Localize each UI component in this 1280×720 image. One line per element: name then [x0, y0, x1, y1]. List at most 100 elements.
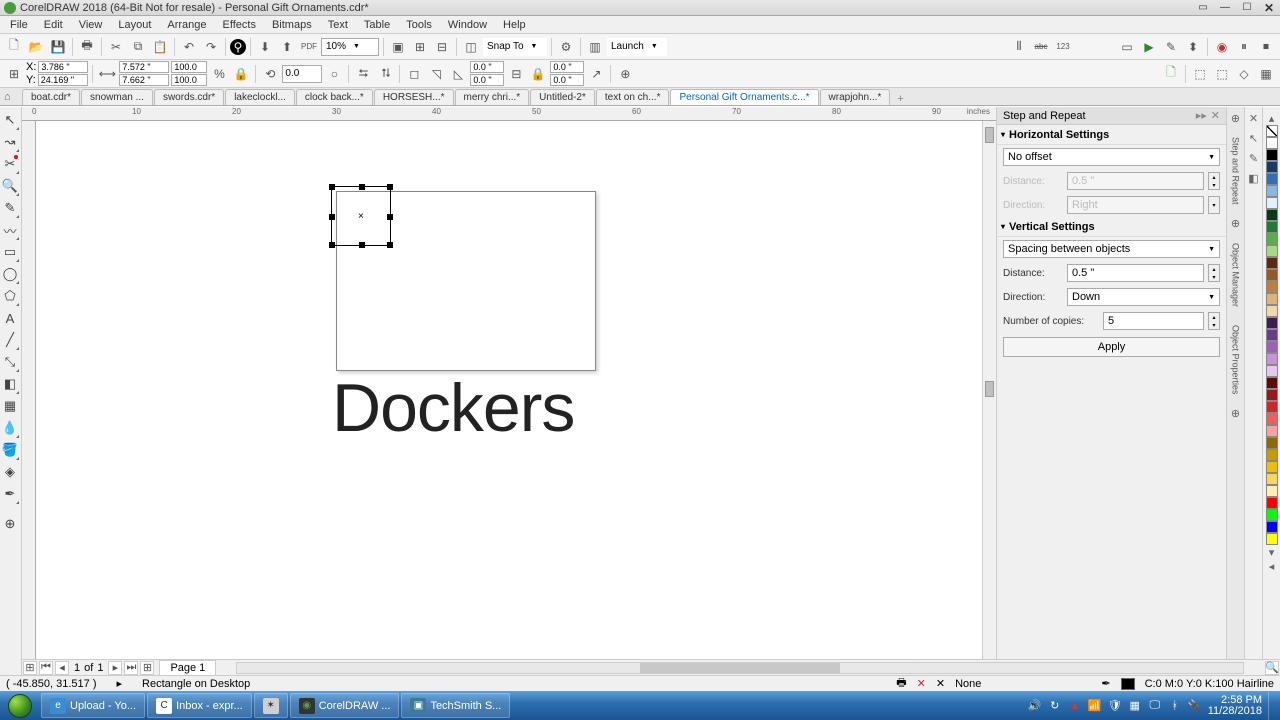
- pointer-tool-icon[interactable]: ↖: [1247, 131, 1261, 145]
- corner-shape-1[interactable]: ◻: [404, 64, 424, 84]
- to-back-button[interactable]: ⬚: [1212, 64, 1232, 84]
- abc-icon[interactable]: abc: [1031, 37, 1051, 57]
- tray-monitor-icon[interactable]: 🖵: [1148, 699, 1162, 713]
- tray-defender-icon[interactable]: 🛡: [1108, 699, 1122, 713]
- color-swatch[interactable]: [1266, 269, 1278, 281]
- to-front-button[interactable]: ⬚: [1190, 64, 1210, 84]
- apply-button[interactable]: Apply: [1003, 337, 1220, 357]
- taskbar-item[interactable]: ◉CorelDRAW ...: [290, 693, 400, 718]
- barcode-icon[interactable]: ⦀: [1009, 37, 1029, 57]
- menu-text[interactable]: Text: [320, 17, 356, 33]
- doc-tab[interactable]: wrapjohn...*: [820, 89, 891, 105]
- launch-icon[interactable]: ▥: [585, 37, 605, 57]
- snap-button[interactable]: ◫: [461, 37, 481, 57]
- y-position-input[interactable]: [38, 74, 88, 86]
- status-icon-3[interactable]: ✕: [936, 677, 945, 690]
- palette-expand-icon[interactable]: ◂: [1265, 559, 1279, 573]
- menu-table[interactable]: Table: [356, 17, 398, 33]
- redo-button[interactable]: ↷: [201, 37, 221, 57]
- convert-curves-button[interactable]: ◇: [1234, 64, 1254, 84]
- outline-pen-mini-icon[interactable]: ✒: [1101, 677, 1110, 690]
- doc-tab[interactable]: merry chri...*: [455, 89, 530, 105]
- taskbar-item[interactable]: ▣TechSmith S...: [401, 693, 510, 718]
- last-page-button[interactable]: ⏭: [124, 661, 138, 675]
- snap-dropdown[interactable]: Snap To▼: [483, 38, 547, 56]
- v-distance-input[interactable]: 0.5 ": [1067, 264, 1204, 282]
- next-page-button[interactable]: ▸: [108, 661, 122, 675]
- color-swatch[interactable]: [1266, 173, 1278, 185]
- tray-sync-icon[interactable]: ↻: [1048, 699, 1062, 713]
- menu-layout[interactable]: Layout: [110, 17, 159, 33]
- text-tool[interactable]: A: [0, 307, 20, 329]
- corner-link-icon[interactable]: ⊟: [506, 64, 526, 84]
- horizontal-scrollbar[interactable]: [236, 662, 1244, 674]
- horizontal-ruler[interactable]: 0 10 20 30 40 50 60 70 80 90 inches: [22, 107, 996, 121]
- maximize-button[interactable]: ☐: [1240, 2, 1254, 14]
- grid-button[interactable]: ⊞: [410, 37, 430, 57]
- vertical-ruler[interactable]: [22, 121, 36, 675]
- add-page-before-button[interactable]: ⊞: [23, 661, 37, 675]
- first-page-button[interactable]: ⏮: [39, 661, 53, 675]
- system-clock[interactable]: 2:58 PM 11/28/2018: [1208, 695, 1262, 717]
- interactive-fill-tool[interactable]: 🪣: [0, 439, 20, 461]
- status-icon-2[interactable]: ✕: [917, 677, 926, 690]
- corner4-input[interactable]: [550, 74, 584, 86]
- crop-tool[interactable]: ✂: [0, 153, 20, 175]
- welcome-screen-icon[interactable]: ⌂: [4, 91, 18, 103]
- outline-color-swatch[interactable]: [1121, 678, 1135, 690]
- add-page-after-button[interactable]: ⊞: [140, 661, 154, 675]
- docker-add-icon[interactable]: ⊕: [1229, 111, 1243, 125]
- color-swatch[interactable]: [1266, 485, 1278, 497]
- outline-pen-tool[interactable]: ✒: [0, 483, 20, 505]
- scale-x-input[interactable]: [171, 61, 207, 73]
- doc-tab[interactable]: lakeclockl...: [225, 89, 295, 105]
- menu-edit[interactable]: Edit: [36, 17, 71, 33]
- object-hints-icon[interactable]: 🗋: [1161, 64, 1181, 84]
- artistic-media-tool[interactable]: 〰: [0, 219, 20, 241]
- copies-input[interactable]: 5: [1103, 312, 1204, 330]
- cut-button[interactable]: ✂: [106, 37, 126, 57]
- color-swatch[interactable]: [1266, 521, 1278, 533]
- height-input[interactable]: [119, 74, 169, 86]
- import-button[interactable]: ⬇: [255, 37, 275, 57]
- connector-tool[interactable]: ⤡: [0, 351, 20, 373]
- outline-button[interactable]: ▦: [1256, 64, 1276, 84]
- color-swatch[interactable]: [1266, 197, 1278, 209]
- color-swatch[interactable]: [1266, 377, 1278, 389]
- tray-network-icon[interactable]: 📶: [1088, 699, 1102, 713]
- open-button[interactable]: 📂: [26, 37, 46, 57]
- color-swatch[interactable]: [1266, 341, 1278, 353]
- vtab-object-manager[interactable]: Object Manager: [1229, 237, 1243, 313]
- color-swatch[interactable]: [1266, 317, 1278, 329]
- wrap-text-button[interactable]: ⊕: [615, 64, 635, 84]
- color-swatch[interactable]: [1266, 425, 1278, 437]
- color-swatch[interactable]: [1266, 449, 1278, 461]
- tray-app-icon[interactable]: ▦: [1128, 699, 1142, 713]
- copy-button[interactable]: ⧉: [128, 37, 148, 57]
- menu-tools[interactable]: Tools: [398, 17, 440, 33]
- color-swatch[interactable]: [1266, 389, 1278, 401]
- doc-tab[interactable]: boat.cdr*: [22, 89, 80, 105]
- color-swatch[interactable]: [1266, 353, 1278, 365]
- zoom-level-dropdown[interactable]: 10%▼: [321, 38, 379, 56]
- vtab-step-repeat[interactable]: Step and Repeat: [1229, 131, 1243, 211]
- docker-close-icon[interactable]: ✕: [1211, 109, 1220, 122]
- copies-spinner[interactable]: ▴▾: [1208, 312, 1220, 330]
- color-swatch[interactable]: [1266, 281, 1278, 293]
- hints-icon[interactable]: ✕: [1247, 111, 1261, 125]
- options-button[interactable]: ⚙: [556, 37, 576, 57]
- start-button[interactable]: [0, 691, 40, 720]
- color-swatch[interactable]: [1266, 185, 1278, 197]
- drawing-canvas[interactable]: × Dockers: [36, 121, 996, 675]
- doc-tab-active[interactable]: Personal Gift Ornaments.c...*: [670, 89, 818, 105]
- prev-page-button[interactable]: ◂: [55, 661, 69, 675]
- launch-dropdown[interactable]: Launch▼: [607, 38, 667, 56]
- color-swatch[interactable]: [1266, 329, 1278, 341]
- color-swatch[interactable]: [1266, 413, 1278, 425]
- color-eyedropper-tool[interactable]: 💧: [0, 417, 20, 439]
- add-document-button[interactable]: +: [891, 93, 909, 105]
- print-button[interactable]: 🖶: [77, 37, 97, 57]
- doc-tab[interactable]: HORSESH...*: [374, 89, 454, 105]
- horizontal-mode-dropdown[interactable]: No offset▼: [1003, 148, 1220, 166]
- x-position-input[interactable]: [38, 61, 88, 73]
